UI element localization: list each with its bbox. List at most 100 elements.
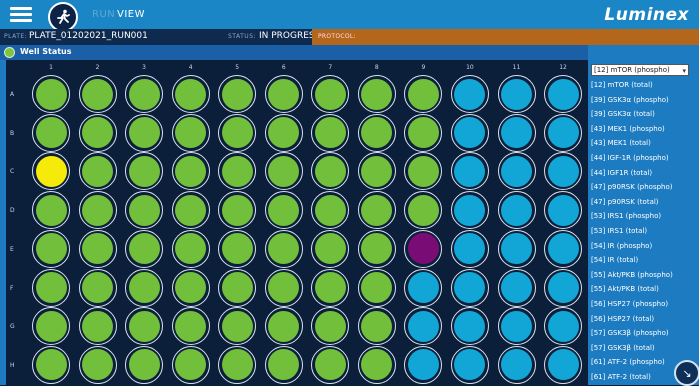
nav-view[interactable]: VIEW <box>117 9 145 20</box>
analyte-item[interactable]: [12] mTOR (total) <box>591 81 689 89</box>
well-A5[interactable] <box>218 75 257 113</box>
well-G8[interactable] <box>357 307 396 346</box>
analyte-item[interactable]: [39] GSK3α (phospho) <box>591 96 689 104</box>
well-B11[interactable] <box>497 113 536 152</box>
well-E4[interactable] <box>171 229 210 268</box>
well-H5[interactable] <box>218 345 257 384</box>
analyte-item[interactable]: [47] p90RSK (total) <box>591 198 689 206</box>
well-D2[interactable] <box>78 191 117 230</box>
well-A12[interactable] <box>544 75 583 113</box>
well-B2[interactable] <box>78 113 117 152</box>
well-D11[interactable] <box>497 191 536 230</box>
well-E8[interactable] <box>357 229 396 268</box>
analyte-item[interactable]: [47] p90RSK (phospho) <box>591 183 689 191</box>
well-C11[interactable] <box>497 152 536 191</box>
well-E1[interactable] <box>32 229 70 268</box>
nav-run[interactable]: RUN <box>92 9 115 20</box>
well-C8[interactable] <box>357 152 396 191</box>
well-B3[interactable] <box>125 113 164 152</box>
menu-icon[interactable] <box>10 7 32 23</box>
well-D8[interactable] <box>357 191 396 230</box>
analyte-item[interactable]: [43] MEK1 (phospho) <box>591 125 689 133</box>
well-E10[interactable] <box>450 229 489 268</box>
well-B1[interactable] <box>32 113 70 152</box>
well-G4[interactable] <box>171 307 210 346</box>
well-D4[interactable] <box>171 191 210 230</box>
well-A10[interactable] <box>450 75 489 113</box>
well-H7[interactable] <box>311 345 350 384</box>
well-H6[interactable] <box>264 345 303 384</box>
analyte-item[interactable]: [56] HSP27 (phospho) <box>591 300 689 308</box>
well-D1[interactable] <box>32 191 70 230</box>
well-C2[interactable] <box>78 152 117 191</box>
well-B4[interactable] <box>171 113 210 152</box>
well-F8[interactable] <box>357 268 396 307</box>
well-E12[interactable] <box>544 229 583 268</box>
well-H8[interactable] <box>357 345 396 384</box>
well-E9[interactable] <box>404 229 443 268</box>
well-G11[interactable] <box>497 307 536 346</box>
analyte-item[interactable]: [53] IRS1 (total) <box>591 227 689 235</box>
well-C4[interactable] <box>171 152 210 191</box>
analyte-item[interactable]: [39] GSK3α (total) <box>591 110 689 118</box>
well-F11[interactable] <box>497 268 536 307</box>
well-A2[interactable] <box>78 75 117 113</box>
well-D6[interactable] <box>264 191 303 230</box>
well-B8[interactable] <box>357 113 396 152</box>
well-C6[interactable] <box>264 152 303 191</box>
well-A3[interactable] <box>125 75 164 113</box>
well-F3[interactable] <box>125 268 164 307</box>
well-A4[interactable] <box>171 75 210 113</box>
well-H3[interactable] <box>125 345 164 384</box>
well-B7[interactable] <box>311 113 350 152</box>
analyte-item[interactable]: [43] MEK1 (total) <box>591 139 689 147</box>
well-E11[interactable] <box>497 229 536 268</box>
well-F5[interactable] <box>218 268 257 307</box>
analyte-item[interactable]: [61] ATF-2 (phospho) <box>591 358 689 366</box>
analyte-item[interactable]: [57] GSK3β (phospho) <box>591 329 689 337</box>
analyte-item[interactable]: [53] IRS1 (phospho) <box>591 212 689 220</box>
analyte-item[interactable]: [56] HSP27 (total) <box>591 315 689 323</box>
well-B10[interactable] <box>450 113 489 152</box>
corner-action-button[interactable]: ↘ <box>674 360 699 386</box>
analyte-item[interactable]: [55] Akt/PKB (phospho) <box>591 271 689 279</box>
well-A1[interactable] <box>32 75 70 113</box>
well-F6[interactable] <box>264 268 303 307</box>
well-F1[interactable] <box>32 268 70 307</box>
well-F4[interactable] <box>171 268 210 307</box>
analyte-item[interactable]: [57] GSK3β (total) <box>591 344 689 352</box>
well-F10[interactable] <box>450 268 489 307</box>
well-D3[interactable] <box>125 191 164 230</box>
well-E2[interactable] <box>78 229 117 268</box>
analyte-item[interactable]: [55] Akt/PKB (total) <box>591 285 689 293</box>
well-H1[interactable] <box>32 345 70 384</box>
well-F12[interactable] <box>544 268 583 307</box>
run-status-icon[interactable] <box>48 2 78 32</box>
well-F9[interactable] <box>404 268 443 307</box>
well-E3[interactable] <box>125 229 164 268</box>
analyte-item[interactable]: [44] IGF1R (total) <box>591 169 689 177</box>
well-B12[interactable] <box>544 113 583 152</box>
well-A11[interactable] <box>497 75 536 113</box>
well-G12[interactable] <box>544 307 583 346</box>
well-E7[interactable] <box>311 229 350 268</box>
well-E6[interactable] <box>264 229 303 268</box>
well-F7[interactable] <box>311 268 350 307</box>
analyte-item[interactable]: [44] IGF-1R (phospho) <box>591 154 689 162</box>
well-H11[interactable] <box>497 345 536 384</box>
analyte-item[interactable]: [54] IR (total) <box>591 256 689 264</box>
well-D10[interactable] <box>450 191 489 230</box>
well-A8[interactable] <box>357 75 396 113</box>
well-B6[interactable] <box>264 113 303 152</box>
well-G10[interactable] <box>450 307 489 346</box>
well-D12[interactable] <box>544 191 583 230</box>
analyte-item[interactable]: [54] IR (phospho) <box>591 242 689 250</box>
well-F2[interactable] <box>78 268 117 307</box>
well-H12[interactable] <box>544 345 583 384</box>
well-H10[interactable] <box>450 345 489 384</box>
well-E5[interactable] <box>218 229 257 268</box>
well-H4[interactable] <box>171 345 210 384</box>
analyte-select[interactable]: [12] mTOR (phospho) ▾ <box>591 64 689 76</box>
well-G2[interactable] <box>78 307 117 346</box>
well-H2[interactable] <box>78 345 117 384</box>
